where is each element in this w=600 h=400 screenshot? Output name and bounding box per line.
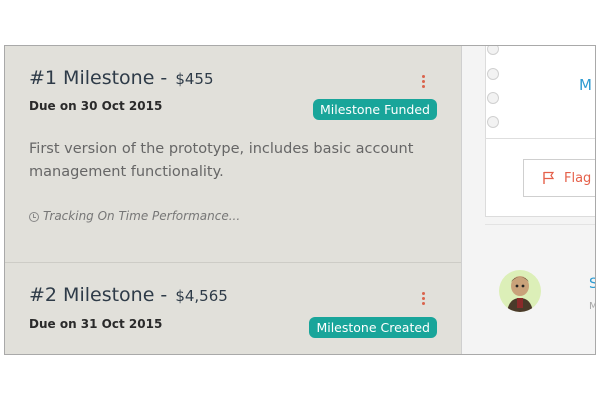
radio-icon[interactable] (487, 116, 499, 128)
flag-icon (543, 171, 555, 184)
divider (485, 138, 595, 139)
radio-icon[interactable] (487, 92, 499, 104)
divider (485, 224, 595, 225)
milestone-due-date: Due on 30 Oct 2015 (29, 99, 163, 113)
milestone-description: First version of the prototype, includes… (29, 141, 414, 180)
tracking-status: Tracking On Time Performance... (29, 209, 240, 223)
milestone-amount: $4,565 (175, 287, 228, 305)
status-badge: Milestone Created (309, 317, 437, 338)
milestone-title: #1 Milestone - $455 (29, 67, 214, 89)
flag-button[interactable]: Flag (523, 159, 595, 197)
milestone-due-date: Due on 31 Oct 2015 (29, 317, 163, 331)
more-vertical-icon[interactable] (420, 75, 426, 90)
milestones-window: #1 Milestone - $455 Due on 30 Oct 2015 M… (4, 45, 596, 355)
side-panel: M Flag S M (462, 46, 595, 354)
milestone-amount: $455 (175, 70, 214, 88)
flag-label: Flag (564, 171, 592, 186)
milestone-title: #2 Milestone - $4,565 (29, 284, 228, 306)
partial-link[interactable]: M (579, 76, 592, 94)
milestone-card[interactable]: #2 Milestone - $4,565 Due on 31 Oct 2015… (5, 263, 461, 354)
user-name[interactable]: S (589, 276, 595, 292)
clock-icon (29, 212, 39, 222)
milestone-card[interactable]: #1 Milestone - $455 Due on 30 Oct 2015 M… (5, 46, 461, 262)
status-badge: Milestone Funded (313, 99, 437, 120)
radio-icon[interactable] (487, 68, 499, 80)
avatar[interactable] (499, 270, 541, 312)
user-meta: M (589, 301, 595, 312)
more-vertical-icon[interactable] (420, 292, 426, 307)
milestones-list: #1 Milestone - $455 Due on 30 Oct 2015 M… (5, 46, 461, 354)
